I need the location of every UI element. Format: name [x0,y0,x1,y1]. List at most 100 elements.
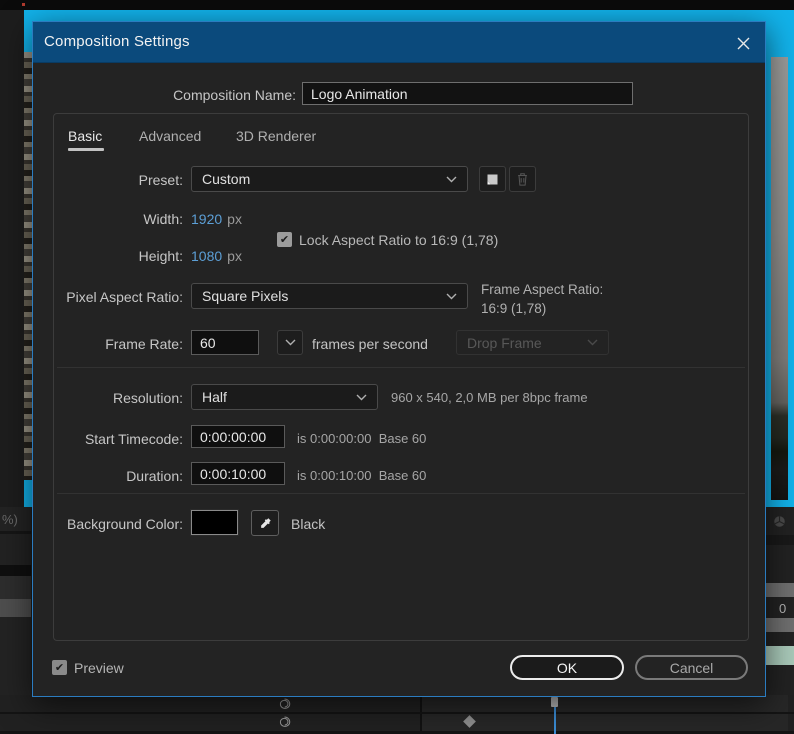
start-timecode-is: is 0:00:00:00 [297,431,372,446]
separator [57,493,745,494]
background-color-swatch[interactable] [190,509,239,536]
width-label: Width: [143,211,183,227]
viewer-sky-right-bottom [766,500,794,507]
frames-per-second-label: frames per second [312,336,428,352]
preview-checkbox[interactable]: ✔ [52,660,67,675]
timeline-track-area [420,695,788,734]
chevron-down-icon [356,394,367,400]
app-top-bar [0,0,794,10]
ruler-fragment [766,583,794,597]
tab-3d-renderer[interactable]: 3D Renderer [236,128,316,144]
save-preset-button[interactable] [479,166,506,192]
chevron-down-icon [446,293,457,299]
save-preset-icon [487,174,498,184]
divider [766,535,794,545]
duration-base: Base 60 [378,468,427,483]
timeline-bottom-fragment [0,695,794,734]
width-unit: px [227,211,242,227]
height-label: Height: [138,248,183,264]
ruler-fragment [766,618,794,632]
column-header-fragment: %) [2,512,18,527]
chevron-down-icon [285,339,295,346]
frame-rate-input[interactable]: 60 [191,330,259,355]
dialog-titlebar: Composition Settings [33,22,765,63]
dialog-title: Composition Settings [44,33,190,50]
pixel-aspect-ratio-label: Pixel Aspect Ratio: [66,289,183,305]
frame-rate-preset-button[interactable] [277,330,303,355]
ok-button[interactable]: OK [510,655,624,680]
timeline-row [0,565,31,576]
viewer-frame-left-strip [24,52,32,480]
timecode-style-value: Drop Frame [467,334,542,351]
width-value[interactable]: 1920 px [191,211,242,227]
height-number: 1080 [191,248,223,264]
duration-info: is 0:00:10:00 Base 60 [297,468,426,483]
duration-input[interactable]: 0:00:10:00 [191,462,285,485]
lock-aspect-checkbox[interactable]: ✔ [277,232,292,247]
start-timecode-label: Start Timecode: [84,431,183,447]
tab-basic[interactable]: Basic [68,128,102,144]
resolution-value: Half [202,389,227,405]
resolution-info: 960 x 540, 2,0 MB per 8bpc frame [391,390,588,405]
frame-aspect-ratio-value: 16:9 (1,78) [481,301,547,316]
duration-label: Duration: [126,468,183,484]
resolution-dropdown[interactable]: Half [191,384,378,410]
separator [57,367,745,368]
preset-label: Preset: [138,172,183,188]
delete-preset-button[interactable] [509,166,536,192]
check-icon: ✔ [54,662,65,674]
chevron-down-icon [446,176,457,182]
viewer-sky-left [24,22,32,52]
width-number: 1920 [191,211,223,227]
timeline-row [0,599,31,617]
frame-aspect-ratio-label: Frame Aspect Ratio: [481,282,604,297]
work-area-bar [766,646,794,665]
duration-is: is 0:00:10:00 [297,468,372,483]
preview-label: Preview [74,660,124,676]
preset-value: Custom [202,171,251,187]
pick-whip-spiral-icon [279,698,291,709]
cancel-button[interactable]: Cancel [635,655,748,680]
viewer-sky-left-lower [24,480,32,507]
duration-value: 0:00:10:00 [200,465,267,482]
viewer-frame-right-strip [771,57,788,500]
frame-rate-value: 60 [200,334,216,351]
eyedropper-icon [260,517,271,528]
composition-name-label: Composition Name: [173,87,296,103]
lock-aspect-label: Lock Aspect Ratio to 16:9 (1,78) [299,232,499,248]
start-timecode-value: 0:00:00:00 [200,428,267,445]
pixel-aspect-ratio-value: Square Pixels [202,288,289,304]
preset-dropdown[interactable]: Custom [191,166,468,192]
viewer-sky-right-top [766,22,794,57]
close-button[interactable] [729,30,757,56]
start-timecode-info: is 0:00:00:00 Base 60 [297,431,426,446]
check-icon: ✔ [279,234,290,246]
close-icon [737,37,749,49]
background-color-label: Background Color: [67,516,183,532]
start-timecode-input[interactable]: 0:00:00:00 [191,425,285,448]
chevron-down-icon [587,339,598,346]
background-color-name: Black [291,516,326,532]
timeline-right-fragment: 0 [766,507,794,695]
frame-rate-label: Frame Rate: [105,336,183,352]
timecode-style-dropdown: Drop Frame [456,330,609,355]
timeline-left-fragment: %) [0,507,31,695]
screen: %) 0 Composition Settings Composition Na… [0,0,794,734]
ruler-number-fragment: 0 [779,601,787,616]
eyedropper-button[interactable] [251,510,279,536]
marker-dot [22,3,25,6]
tab-advanced[interactable]: Advanced [139,128,201,144]
timeline-row [0,534,31,565]
trash-icon [518,173,527,186]
composition-name-value: Logo Animation [311,85,408,102]
viewer-sky-right-outer [788,57,794,500]
tab-basic-underline [68,148,104,151]
height-unit: px [227,248,242,264]
shutter-icon [774,516,785,527]
composition-settings-dialog: Composition Settings Composition Name: L… [32,21,766,697]
height-value[interactable]: 1080 px [191,248,242,264]
resolution-label: Resolution: [112,390,183,406]
composition-name-input[interactable]: Logo Animation [302,82,633,105]
playhead-handle [551,697,558,707]
pixel-aspect-ratio-dropdown[interactable]: Square Pixels [191,283,468,309]
